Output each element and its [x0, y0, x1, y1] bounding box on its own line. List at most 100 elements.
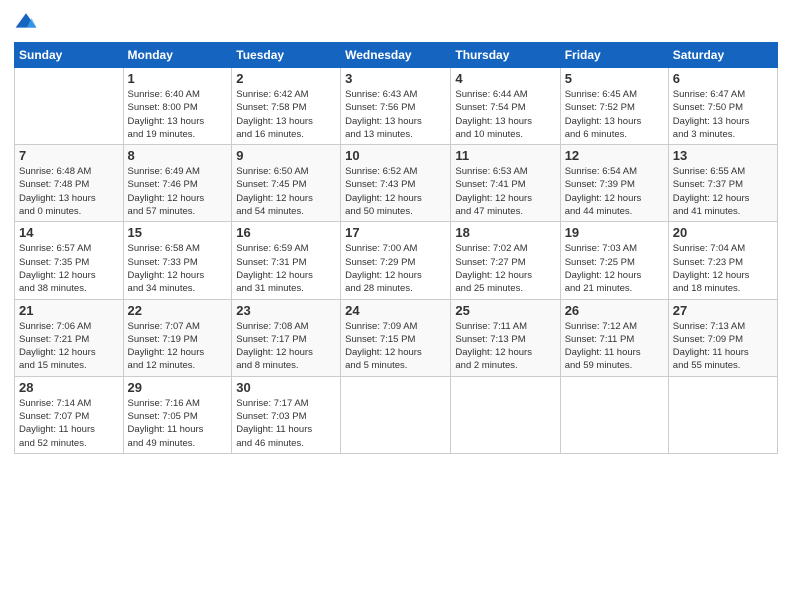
day-cell: 29Sunrise: 7:16 AM Sunset: 7:05 PM Dayli…: [123, 376, 232, 453]
day-info: Sunrise: 6:58 AM Sunset: 7:33 PM Dayligh…: [128, 242, 228, 295]
day-cell: 8 Sunrise: 6:49 AM Sunset: 7:46 PM Daylig…: [123, 145, 232, 222]
week-row-1: 7 Sunrise: 6:48 AM Sunset: 7:48 PM Daylig…: [15, 145, 778, 222]
day-number: 29: [128, 380, 228, 395]
day-info: Sunrise: 7:11 AM Sunset: 7:13 PM Dayligh…: [455, 320, 555, 373]
day-cell: 4 Sunrise: 6:44 AM Sunset: 7:54 PM Daylig…: [451, 68, 560, 145]
day-cell: 17 Sunrise: 7:00 AM Sunset: 7:29 PM Dayli…: [341, 222, 451, 299]
day-info: Sunrise: 7:13 AM Sunset: 7:09 PM Dayligh…: [673, 320, 773, 373]
weekday-header-row: SundayMondayTuesdayWednesdayThursdayFrid…: [15, 43, 778, 68]
weekday-header-wednesday: Wednesday: [341, 43, 451, 68]
day-number: 2: [236, 71, 336, 86]
day-number: 15: [128, 225, 228, 240]
day-cell: [341, 376, 451, 453]
day-cell: 9 Sunrise: 6:50 AM Sunset: 7:45 PM Daylig…: [232, 145, 341, 222]
day-cell: 20 Sunrise: 7:04 AM Sunset: 7:23 PM Dayli…: [668, 222, 777, 299]
day-cell: 11 Sunrise: 6:53 AM Sunset: 7:41 PM Dayli…: [451, 145, 560, 222]
day-info: Sunrise: 6:40 AM Sunset: 8:00 PM Dayligh…: [128, 88, 228, 141]
day-info: Sunrise: 6:57 AM Sunset: 7:35 PM Dayligh…: [19, 242, 119, 295]
day-cell: 3 Sunrise: 6:43 AM Sunset: 7:56 PM Daylig…: [341, 68, 451, 145]
day-cell: 27 Sunrise: 7:13 AM Sunset: 7:09 PM Dayli…: [668, 299, 777, 376]
day-number: 19: [565, 225, 664, 240]
day-info: Sunrise: 6:45 AM Sunset: 7:52 PM Dayligh…: [565, 88, 664, 141]
day-cell: [15, 68, 124, 145]
day-number: 27: [673, 303, 773, 318]
day-cell: 30 Sunrise: 7:17 AM Sunset: 7:03 PM Dayli…: [232, 376, 341, 453]
day-cell: [451, 376, 560, 453]
day-info: Sunrise: 7:07 AM Sunset: 7:19 PM Dayligh…: [128, 320, 228, 373]
day-number: 30: [236, 380, 336, 395]
day-info: Sunrise: 7:00 AM Sunset: 7:29 PM Dayligh…: [345, 242, 446, 295]
day-cell: 25Sunrise: 7:11 AM Sunset: 7:13 PM Dayli…: [451, 299, 560, 376]
day-number: 5: [565, 71, 664, 86]
week-row-4: 28Sunrise: 7:14 AM Sunset: 7:07 PM Dayli…: [15, 376, 778, 453]
day-info: Sunrise: 7:08 AM Sunset: 7:17 PM Dayligh…: [236, 320, 336, 373]
day-cell: 13 Sunrise: 6:55 AM Sunset: 7:37 PM Dayli…: [668, 145, 777, 222]
day-info: Sunrise: 6:55 AM Sunset: 7:37 PM Dayligh…: [673, 165, 773, 218]
day-number: 28: [19, 380, 119, 395]
day-number: 16: [236, 225, 336, 240]
day-info: Sunrise: 6:53 AM Sunset: 7:41 PM Dayligh…: [455, 165, 555, 218]
day-info: Sunrise: 7:06 AM Sunset: 7:21 PM Dayligh…: [19, 320, 119, 373]
day-number: 17: [345, 225, 446, 240]
week-row-3: 21 Sunrise: 7:06 AM Sunset: 7:21 PM Dayli…: [15, 299, 778, 376]
day-number: 23: [236, 303, 336, 318]
day-cell: 2 Sunrise: 6:42 AM Sunset: 7:58 PM Daylig…: [232, 68, 341, 145]
day-number: 22: [128, 303, 228, 318]
day-cell: 19 Sunrise: 7:03 AM Sunset: 7:25 PM Dayli…: [560, 222, 668, 299]
day-info: Sunrise: 7:04 AM Sunset: 7:23 PM Dayligh…: [673, 242, 773, 295]
day-cell: 23 Sunrise: 7:08 AM Sunset: 7:17 PM Dayli…: [232, 299, 341, 376]
page: SundayMondayTuesdayWednesdayThursdayFrid…: [0, 0, 792, 612]
day-info: Sunrise: 6:49 AM Sunset: 7:46 PM Dayligh…: [128, 165, 228, 218]
day-cell: 6 Sunrise: 6:47 AM Sunset: 7:50 PM Daylig…: [668, 68, 777, 145]
day-number: 4: [455, 71, 555, 86]
day-info: Sunrise: 6:44 AM Sunset: 7:54 PM Dayligh…: [455, 88, 555, 141]
day-info: Sunrise: 6:48 AM Sunset: 7:48 PM Dayligh…: [19, 165, 119, 218]
day-number: 13: [673, 148, 773, 163]
day-number: 20: [673, 225, 773, 240]
day-info: Sunrise: 6:59 AM Sunset: 7:31 PM Dayligh…: [236, 242, 336, 295]
day-cell: 18Sunrise: 7:02 AM Sunset: 7:27 PM Dayli…: [451, 222, 560, 299]
day-cell: [668, 376, 777, 453]
day-number: 7: [19, 148, 119, 163]
day-info: Sunrise: 7:09 AM Sunset: 7:15 PM Dayligh…: [345, 320, 446, 373]
day-cell: 21 Sunrise: 7:06 AM Sunset: 7:21 PM Dayli…: [15, 299, 124, 376]
day-cell: 10Sunrise: 6:52 AM Sunset: 7:43 PM Dayli…: [341, 145, 451, 222]
day-cell: [560, 376, 668, 453]
weekday-header-saturday: Saturday: [668, 43, 777, 68]
logo: [14, 10, 42, 34]
day-info: Sunrise: 6:43 AM Sunset: 7:56 PM Dayligh…: [345, 88, 446, 141]
day-cell: 28Sunrise: 7:14 AM Sunset: 7:07 PM Dayli…: [15, 376, 124, 453]
day-info: Sunrise: 6:42 AM Sunset: 7:58 PM Dayligh…: [236, 88, 336, 141]
day-info: Sunrise: 7:02 AM Sunset: 7:27 PM Dayligh…: [455, 242, 555, 295]
day-cell: 12 Sunrise: 6:54 AM Sunset: 7:39 PM Dayli…: [560, 145, 668, 222]
weekday-header-monday: Monday: [123, 43, 232, 68]
day-info: Sunrise: 6:47 AM Sunset: 7:50 PM Dayligh…: [673, 88, 773, 141]
weekday-header-thursday: Thursday: [451, 43, 560, 68]
day-info: Sunrise: 7:03 AM Sunset: 7:25 PM Dayligh…: [565, 242, 664, 295]
day-info: Sunrise: 6:54 AM Sunset: 7:39 PM Dayligh…: [565, 165, 664, 218]
day-cell: 1 Sunrise: 6:40 AM Sunset: 8:00 PM Daylig…: [123, 68, 232, 145]
day-info: Sunrise: 6:52 AM Sunset: 7:43 PM Dayligh…: [345, 165, 446, 218]
day-number: 6: [673, 71, 773, 86]
day-cell: 15 Sunrise: 6:58 AM Sunset: 7:33 PM Dayli…: [123, 222, 232, 299]
day-number: 12: [565, 148, 664, 163]
day-cell: 26Sunrise: 7:12 AM Sunset: 7:11 PM Dayli…: [560, 299, 668, 376]
day-cell: 5 Sunrise: 6:45 AM Sunset: 7:52 PM Daylig…: [560, 68, 668, 145]
weekday-header-sunday: Sunday: [15, 43, 124, 68]
day-cell: 22 Sunrise: 7:07 AM Sunset: 7:19 PM Dayli…: [123, 299, 232, 376]
day-cell: 14 Sunrise: 6:57 AM Sunset: 7:35 PM Dayli…: [15, 222, 124, 299]
day-info: Sunrise: 6:50 AM Sunset: 7:45 PM Dayligh…: [236, 165, 336, 218]
weekday-header-tuesday: Tuesday: [232, 43, 341, 68]
day-number: 21: [19, 303, 119, 318]
day-info: Sunrise: 7:17 AM Sunset: 7:03 PM Dayligh…: [236, 397, 336, 450]
weekday-header-friday: Friday: [560, 43, 668, 68]
day-number: 1: [128, 71, 228, 86]
day-number: 24: [345, 303, 446, 318]
day-number: 11: [455, 148, 555, 163]
day-number: 8: [128, 148, 228, 163]
day-number: 3: [345, 71, 446, 86]
day-number: 14: [19, 225, 119, 240]
logo-icon: [14, 10, 38, 34]
day-number: 9: [236, 148, 336, 163]
day-number: 26: [565, 303, 664, 318]
